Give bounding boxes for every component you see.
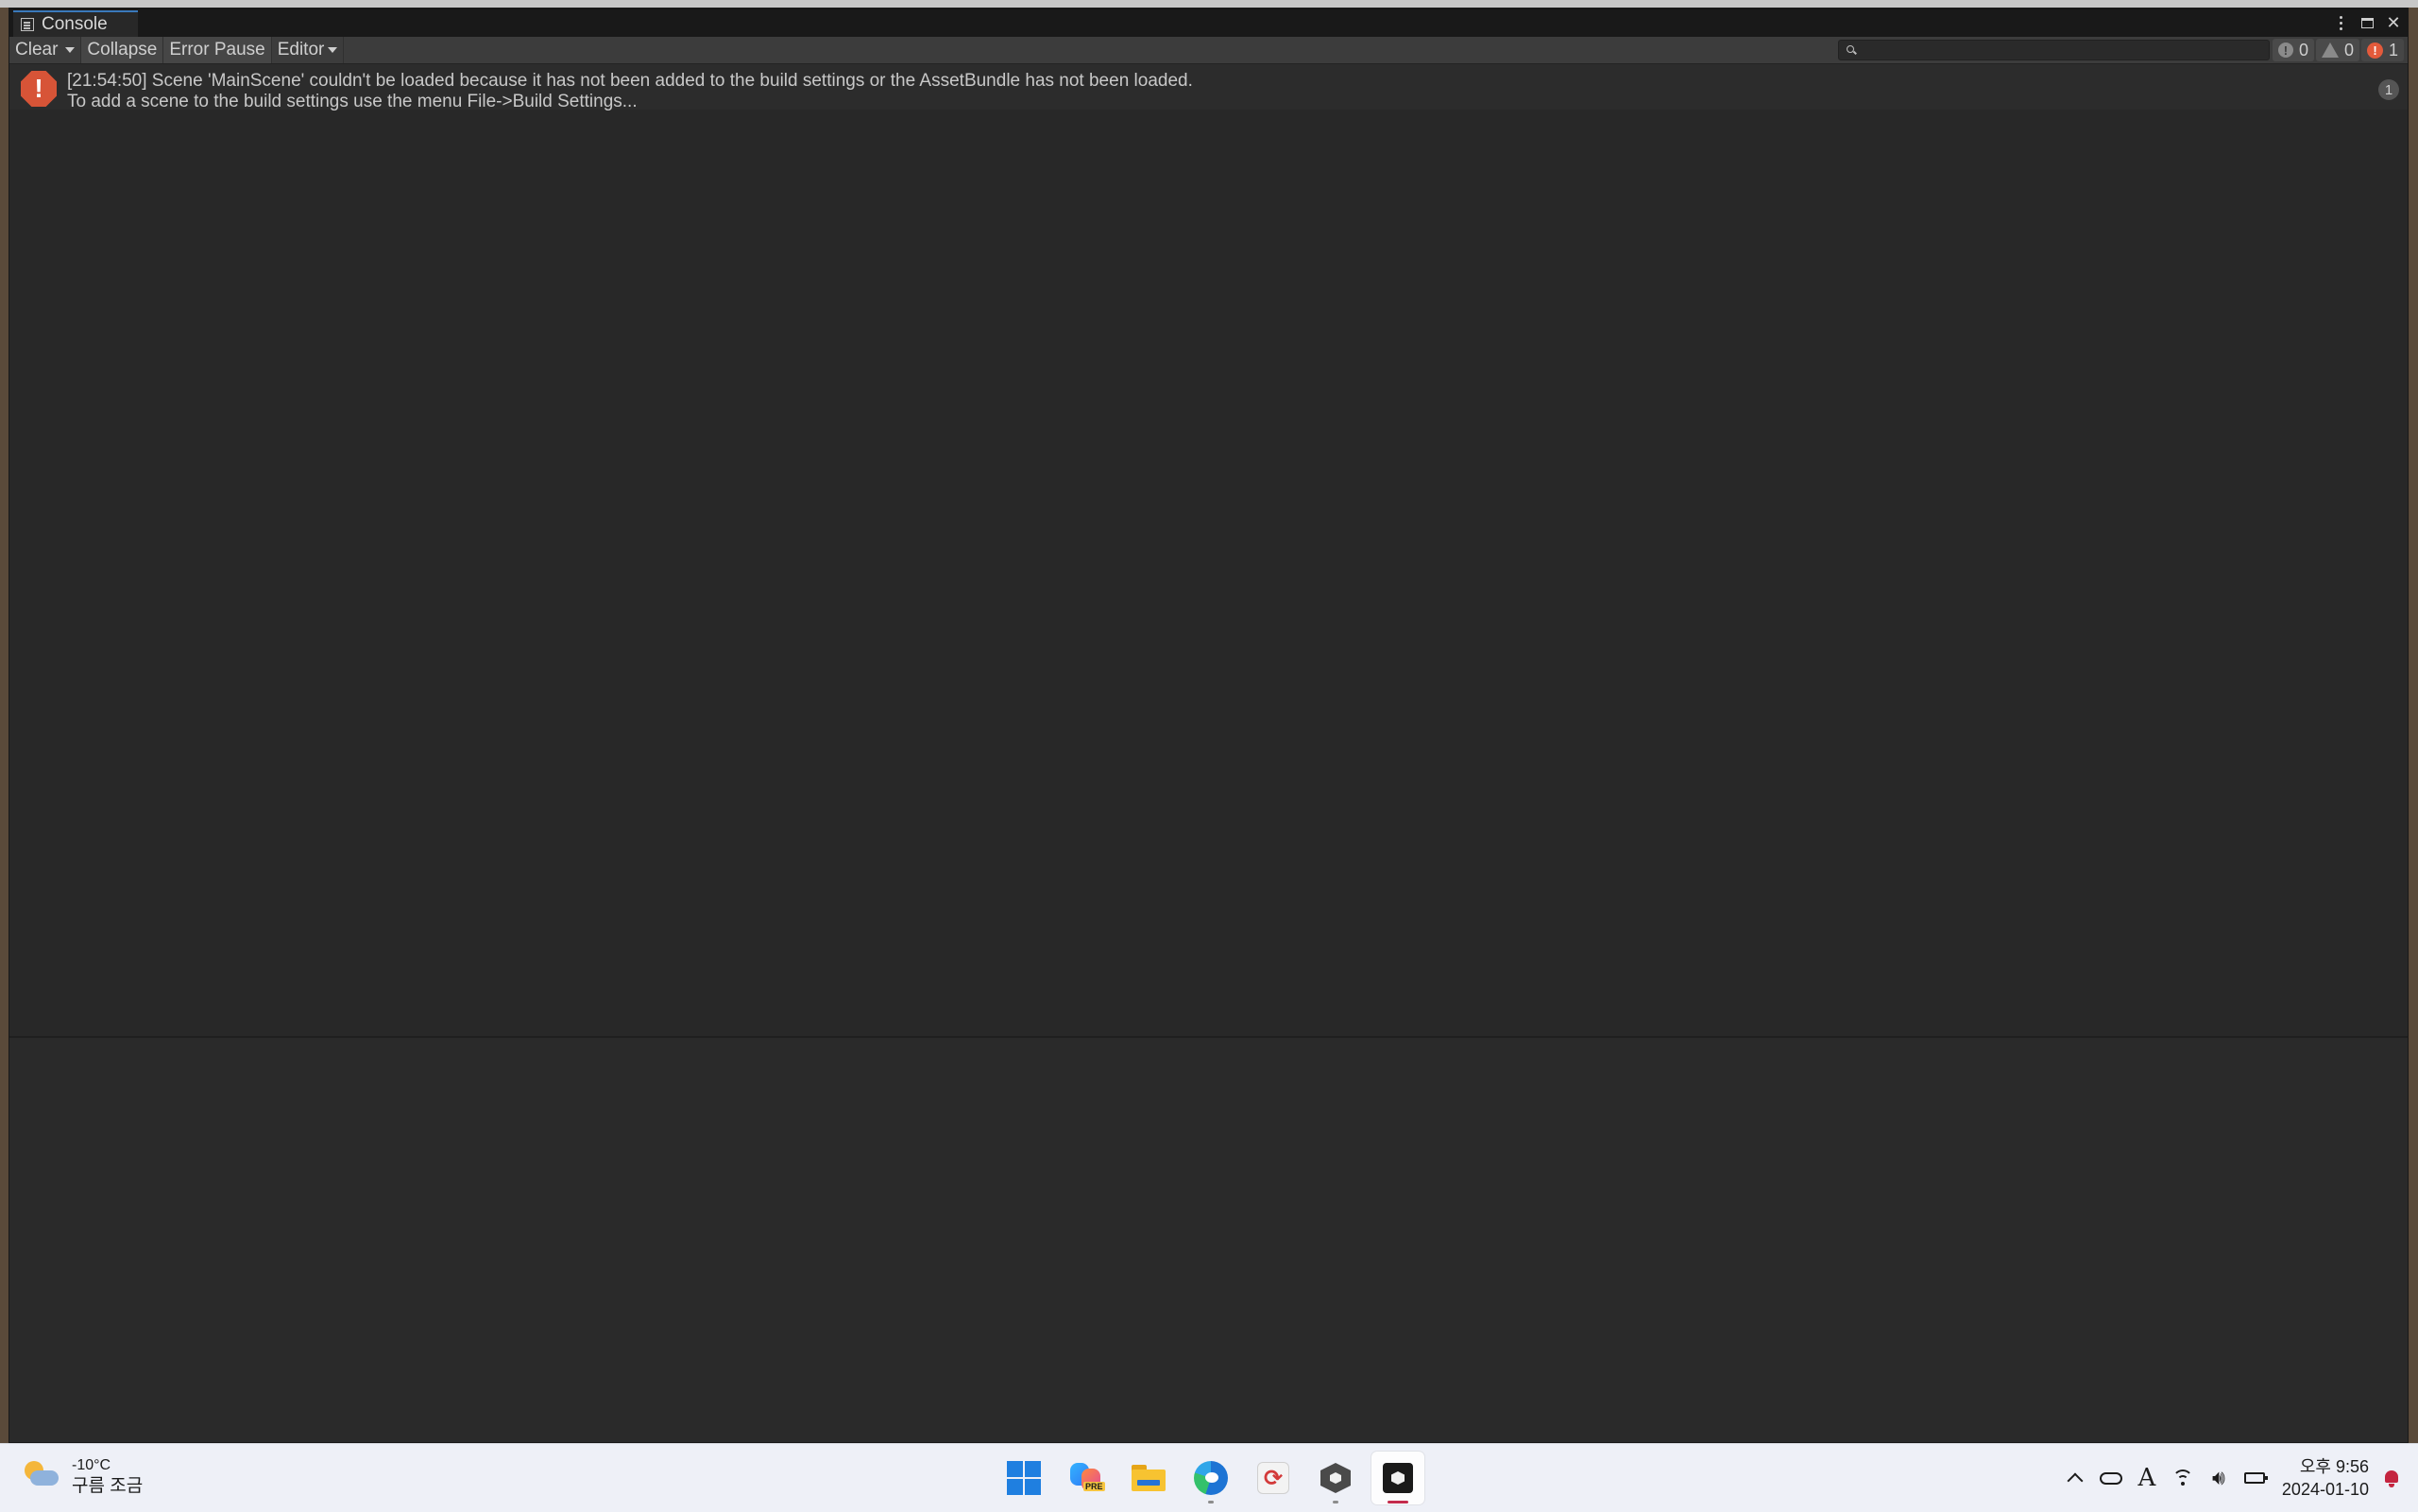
unity-editor-icon — [1383, 1463, 1413, 1493]
file-explorer-button[interactable] — [1122, 1452, 1175, 1504]
edge-icon — [1194, 1461, 1228, 1495]
speaker-icon: 🔊︎ — [2211, 1466, 2225, 1489]
console-window: Console ✕ Clear Collapse Error Pause Edi… — [9, 8, 2409, 1443]
info-filter-toggle[interactable]: ! 0 — [2272, 39, 2314, 61]
error-icon: ! — [21, 71, 57, 107]
network-button[interactable] — [2165, 1459, 2201, 1497]
window-controls: ✕ — [2332, 10, 2402, 35]
log-message-line1: [21:54:50] Scene 'MainScene' couldn't be… — [67, 71, 1193, 91]
taskbar-apps: PRE ⟳ — [997, 1452, 1424, 1504]
battery-button[interactable] — [2237, 1459, 2273, 1497]
wifi-icon — [2171, 1468, 2193, 1488]
editor-dropdown[interactable]: Editor — [272, 37, 345, 63]
clock[interactable]: 오후 9:56 2024-01-10 — [2273, 1455, 2382, 1501]
search-icon — [1847, 45, 1854, 53]
copilot-icon: PRE — [1070, 1463, 1105, 1493]
volume-button[interactable]: 🔊︎ — [2201, 1459, 2237, 1497]
log-list[interactable]: ! [21:54:50] Scene 'MainScene' couldn't … — [9, 64, 2408, 1036]
running-indicator — [1333, 1501, 1338, 1504]
error-pause-label: Error Pause — [169, 40, 265, 59]
battery-icon — [2243, 1472, 2268, 1484]
onedrive-button[interactable] — [2093, 1459, 2129, 1497]
weather-temperature: -10°C — [72, 1457, 111, 1473]
tab-console-label: Console — [42, 14, 108, 34]
warning-filter-toggle[interactable]: 0 — [2315, 39, 2359, 61]
log-entry[interactable]: ! [21:54:50] Scene 'MainScene' couldn't … — [9, 64, 2408, 112]
tab-console[interactable]: Console — [13, 10, 138, 37]
maximize-button[interactable] — [2358, 14, 2375, 31]
onedrive-icon — [2099, 1471, 2122, 1485]
edge-button[interactable] — [1184, 1452, 1237, 1504]
taskbar: -10°C 구름 조금 PRE ⟳ A 🔊︎ 오후 9:56 2024-01-1… — [0, 1443, 2418, 1512]
running-indicator — [1208, 1501, 1214, 1504]
unity-hub-button[interactable] — [1309, 1452, 1362, 1504]
weather-description: 구름 조금 — [72, 1476, 144, 1496]
chevron-up-icon — [2067, 1472, 2084, 1489]
sync-app-button[interactable]: ⟳ — [1247, 1452, 1300, 1504]
search-input[interactable] — [1860, 41, 2256, 59]
sync-app-icon: ⟳ — [1257, 1462, 1289, 1494]
clock-time: 오후 9:56 — [2299, 1457, 2369, 1476]
log-count-badge: 1 — [2378, 79, 2399, 100]
unity-hub-icon — [1320, 1463, 1351, 1493]
log-counters: ! 0 0 ! 1 — [2272, 39, 2404, 61]
start-button[interactable] — [997, 1452, 1050, 1504]
maximize-icon — [2360, 17, 2374, 28]
info-count: 0 — [2298, 40, 2308, 59]
clear-dropdown-icon[interactable] — [65, 47, 76, 53]
active-indicator — [1388, 1501, 1408, 1504]
tab-bar: Console ✕ — [9, 8, 2408, 37]
show-hidden-icons-button[interactable] — [2057, 1459, 2093, 1497]
clear-button[interactable]: Clear — [9, 37, 82, 63]
editor-label: Editor — [277, 40, 325, 59]
console-icon — [21, 18, 34, 31]
collapse-toggle[interactable]: Collapse — [81, 37, 164, 63]
log-message: [21:54:50] Scene 'MainScene' couldn't be… — [67, 71, 1193, 112]
warning-count: 0 — [2343, 40, 2354, 59]
close-button[interactable]: ✕ — [2385, 12, 2402, 32]
close-icon: ✕ — [2386, 12, 2401, 32]
error-icon: ! — [2366, 42, 2383, 59]
search-field[interactable] — [1838, 40, 2270, 60]
unity-editor-button[interactable] — [1371, 1452, 1424, 1504]
info-icon: ! — [2277, 42, 2293, 58]
notification-bell-icon[interactable] — [2382, 1469, 2401, 1487]
chevron-down-icon — [328, 47, 338, 53]
warning-icon — [2321, 42, 2339, 58]
console-toolbar: Clear Collapse Error Pause Editor ! 0 0 — [9, 37, 2408, 64]
input-method-button[interactable]: A — [2129, 1459, 2165, 1497]
copilot-button[interactable]: PRE — [1060, 1452, 1113, 1504]
more-options-icon[interactable] — [2332, 14, 2349, 31]
collapse-label: Collapse — [87, 40, 158, 59]
error-pause-toggle[interactable]: Error Pause — [163, 37, 272, 63]
log-message-line2: To add a scene to the build settings use… — [67, 92, 638, 111]
system-tray: A 🔊︎ 오후 9:56 2024-01-10 — [2057, 1444, 2418, 1512]
log-detail-pane[interactable] — [9, 1038, 2408, 1442]
error-count: 1 — [2388, 40, 2398, 59]
window-top-edge — [0, 0, 2418, 8]
clear-label: Clear — [15, 40, 59, 59]
error-filter-toggle[interactable]: ! 1 — [2360, 39, 2404, 61]
partly-cloudy-icon — [23, 1457, 60, 1495]
clock-date: 2024-01-10 — [2281, 1480, 2369, 1499]
file-explorer-icon — [1132, 1465, 1166, 1491]
weather-widget[interactable]: -10°C 구름 조금 — [23, 1455, 143, 1497]
windows-start-icon — [1007, 1461, 1041, 1495]
